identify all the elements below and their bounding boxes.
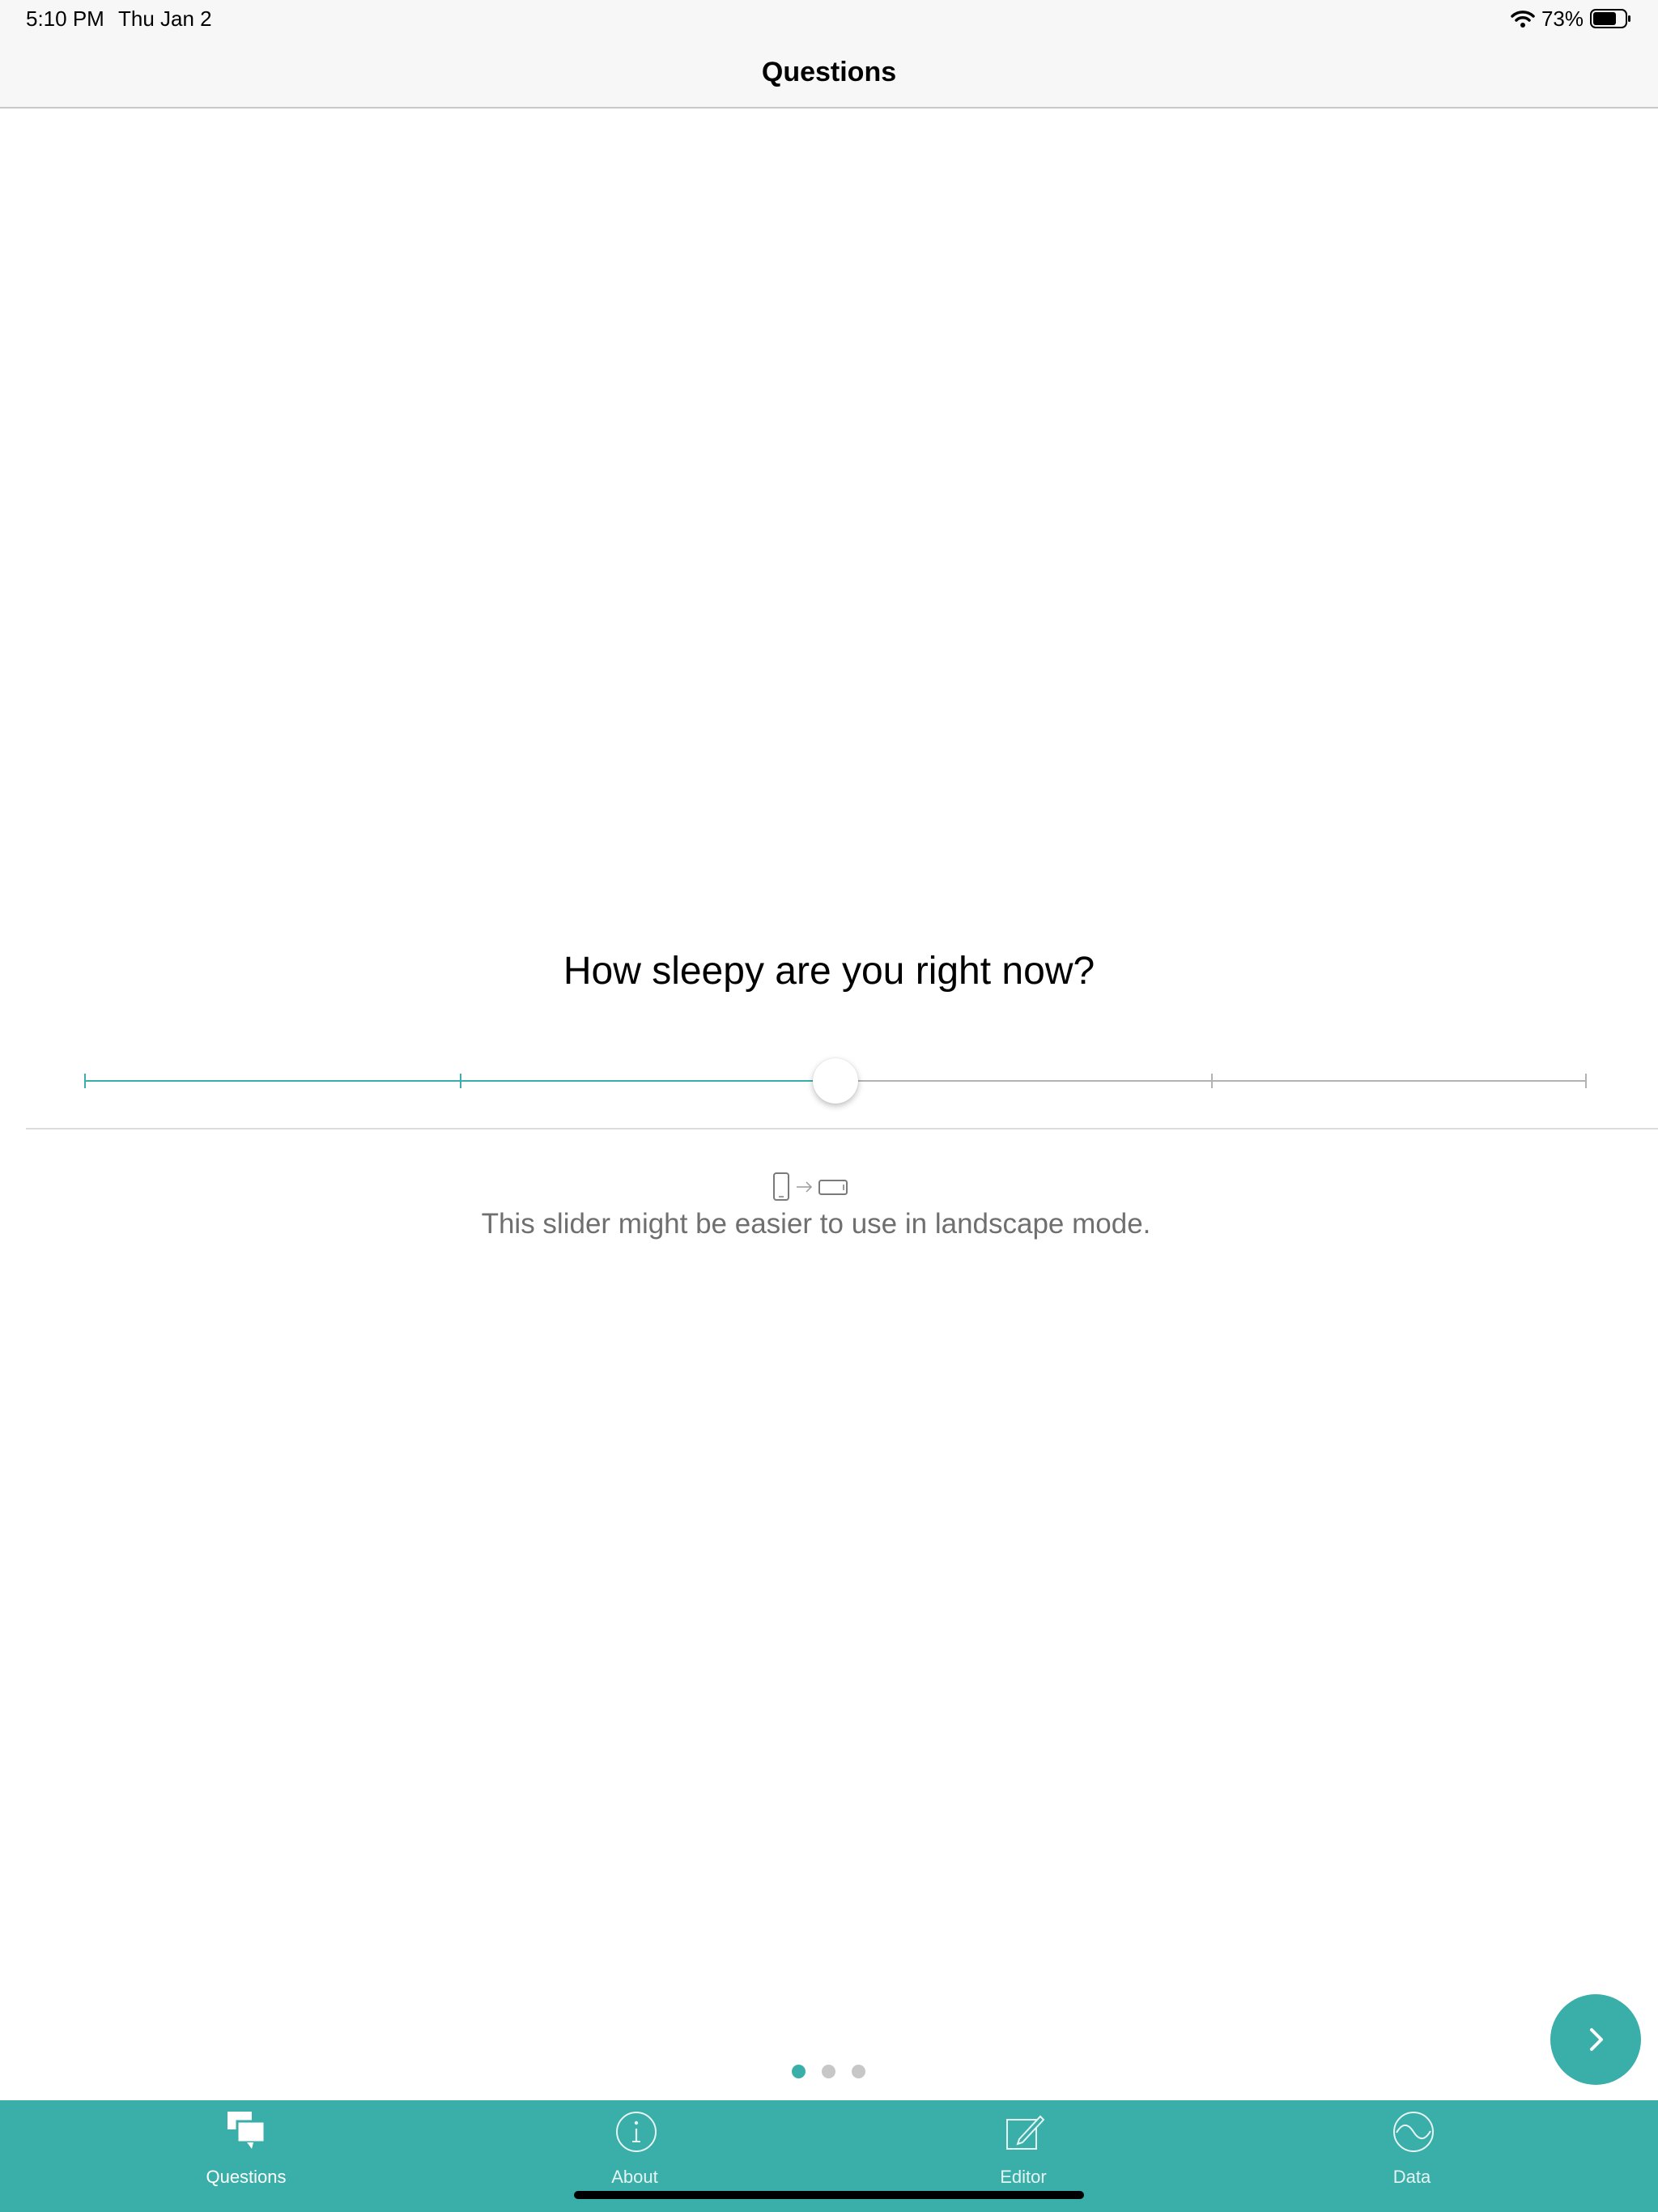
tab-data[interactable]: Data bbox=[1315, 2100, 1509, 2197]
sleepiness-slider[interactable] bbox=[84, 1051, 1587, 1108]
slider-thumb[interactable] bbox=[813, 1058, 858, 1104]
slider-tick bbox=[84, 1074, 86, 1088]
battery-icon bbox=[1590, 9, 1630, 28]
page-indicator bbox=[792, 2065, 865, 2081]
page-dot[interactable] bbox=[852, 2065, 865, 2078]
info-icon bbox=[616, 2112, 657, 2152]
tab-editor[interactable]: Editor bbox=[926, 2100, 1120, 2197]
battery-percent: 73% bbox=[1541, 6, 1584, 31]
navigation-bar: Questions bbox=[0, 37, 1658, 108]
status-time: 5:10 PM bbox=[26, 6, 104, 31]
divider bbox=[26, 1128, 1658, 1129]
status-indicators: 73% bbox=[1511, 5, 1632, 32]
wave-icon bbox=[1393, 2112, 1434, 2152]
page-dot[interactable] bbox=[822, 2065, 835, 2078]
question-text: How sleepy are you right now? bbox=[563, 950, 1095, 993]
status-date: Thu Jan 2 bbox=[118, 6, 212, 31]
next-button[interactable] bbox=[1550, 1994, 1641, 2085]
page-dot[interactable] bbox=[792, 2065, 806, 2078]
page-title: Questions bbox=[761, 57, 897, 87]
slider-tick bbox=[1211, 1074, 1213, 1088]
tab-about[interactable]: About bbox=[538, 2100, 732, 2197]
tab-label: Data bbox=[1392, 2167, 1431, 2187]
tab-questions[interactable]: Questions bbox=[149, 2100, 343, 2197]
wifi-icon bbox=[1511, 11, 1535, 28]
slider-tick bbox=[460, 1074, 461, 1088]
status-bar: 5:10 PM Thu Jan 2 73% bbox=[0, 0, 1658, 37]
chat-bubbles-icon bbox=[227, 2112, 266, 2149]
slider-tick bbox=[1585, 1074, 1587, 1088]
home-indicator bbox=[574, 2191, 1084, 2199]
chevron-right-icon bbox=[1590, 2028, 1603, 2051]
tab-label: Editor bbox=[1000, 2167, 1047, 2187]
edit-icon bbox=[1006, 2115, 1045, 2150]
landscape-hint-text: This slider might be easier to use in la… bbox=[481, 1208, 1151, 1240]
rotate-to-landscape-icon bbox=[773, 1172, 848, 1201]
tab-label: Questions bbox=[206, 2167, 287, 2187]
tab-label: About bbox=[611, 2167, 658, 2187]
